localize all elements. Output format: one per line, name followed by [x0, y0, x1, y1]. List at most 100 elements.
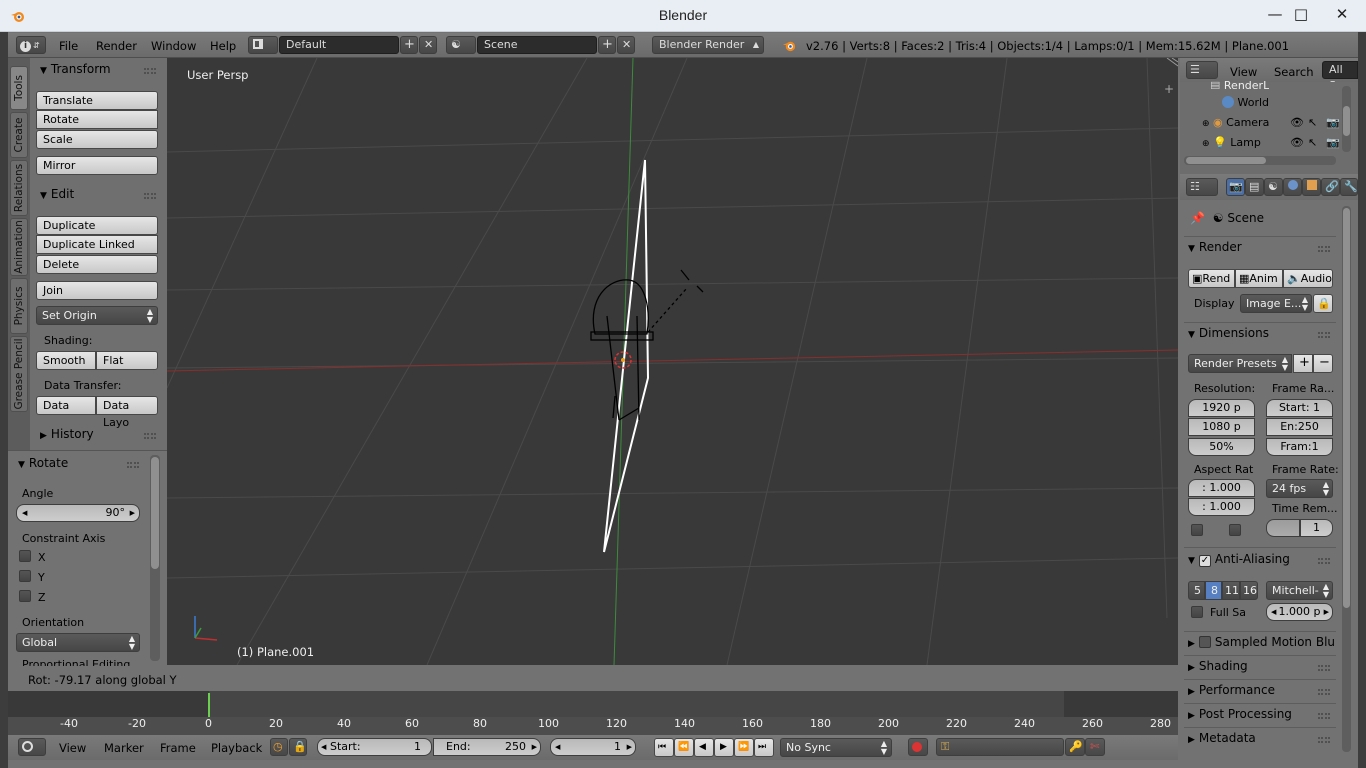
- set-origin-select[interactable]: Set Origin ▲ ▼: [36, 306, 158, 325]
- join-button[interactable]: Join: [36, 281, 158, 300]
- timeline-ruler[interactable]: -40 -20 0 20 40 60 80 100 120 140 160 18…: [8, 717, 1178, 735]
- arrow-right-icon[interactable]: ▶: [532, 739, 537, 755]
- redo-panel-header[interactable]: ▼ Rotate: [18, 456, 68, 470]
- context-object-tab[interactable]: [1302, 178, 1321, 196]
- expand-icon[interactable]: ⊕: [1202, 139, 1210, 149]
- outliner-filter-select[interactable]: All Sc: [1322, 61, 1358, 92]
- timeline-area[interactable]: -40 -20 0 20 40 60 80 100 120 140 160 18…: [8, 691, 1178, 735]
- end-frame-field[interactable]: End: 250 ▶: [433, 738, 541, 756]
- border-checkbox[interactable]: [1191, 524, 1203, 536]
- resolution-x-field[interactable]: 1920 p: [1188, 399, 1255, 417]
- flat-button[interactable]: Flat: [96, 351, 158, 370]
- panel-grip-icon[interactable]: [144, 68, 156, 74]
- aa-samples-5[interactable]: 5: [1188, 581, 1205, 600]
- resolution-percentage-field[interactable]: 50%: [1188, 438, 1255, 456]
- aa-samples-16[interactable]: 16: [1240, 581, 1258, 600]
- menu-playback[interactable]: Playback: [211, 741, 262, 755]
- frame-step-field[interactable]: Fram:1: [1266, 438, 1333, 456]
- menu-file[interactable]: File: [59, 39, 78, 53]
- motion-blur-panel-header[interactable]: ▶ Sampled Motion Blur: [1188, 635, 1336, 649]
- resolution-y-field[interactable]: 1080 p: [1188, 418, 1255, 436]
- lock-interface-button[interactable]: 🔒: [1313, 294, 1333, 313]
- outliner-item-lamp[interactable]: ⊕ 💡 Lamp 👁 ↖ 📷: [1202, 136, 1358, 149]
- mirror-button[interactable]: Mirror: [36, 156, 158, 175]
- frame-start-field[interactable]: Start: 1: [1266, 399, 1333, 417]
- constraint-z-checkbox[interactable]: [19, 590, 31, 602]
- outliner-hscrollbar[interactable]: [1184, 156, 1336, 165]
- panel-grip-icon[interactable]: [127, 462, 139, 468]
- panel-grip-icon[interactable]: [1318, 558, 1330, 564]
- panel-grip-icon[interactable]: [1318, 713, 1330, 719]
- menu-help[interactable]: Help: [210, 39, 236, 53]
- redo-scrollbar[interactable]: [150, 455, 160, 661]
- data-button[interactable]: Data: [36, 396, 96, 415]
- panel-grip-icon[interactable]: [144, 193, 156, 199]
- transform-panel-header[interactable]: ▼ Transform: [40, 62, 111, 76]
- constraint-y-checkbox[interactable]: [19, 570, 31, 582]
- context-constraints-tab[interactable]: 🔗: [1321, 178, 1340, 196]
- current-frame-field[interactable]: ◀ 1 ▶: [550, 738, 636, 756]
- constraint-x-checkbox[interactable]: [19, 550, 31, 562]
- arrow-right-icon[interactable]: ▶: [1324, 604, 1329, 620]
- arrow-left-icon[interactable]: ◀: [22, 505, 27, 521]
- tab-physics[interactable]: Physics: [10, 278, 28, 334]
- jump-keyframe-back-button[interactable]: ⏪: [674, 738, 694, 757]
- arrow-left-icon[interactable]: ◀: [321, 739, 326, 755]
- add-scene-button[interactable]: +: [598, 36, 616, 54]
- anti-aliasing-checkbox[interactable]: ✓: [1198, 555, 1211, 567]
- auto-keying-button[interactable]: [908, 738, 928, 756]
- outliner-vscrollbar[interactable]: [1342, 86, 1351, 152]
- outliner-item-camera[interactable]: ⊕ ◉ Camera 👁 ↖ 📷: [1202, 116, 1358, 129]
- translate-button[interactable]: Translate: [36, 91, 158, 110]
- time-remap-old-field[interactable]: [1266, 519, 1300, 537]
- menu-marker[interactable]: Marker: [104, 741, 144, 755]
- jump-keyframe-forward-button[interactable]: ⏩: [734, 738, 754, 757]
- screen-layout-field[interactable]: Default: [279, 36, 399, 54]
- anti-aliasing-panel-header[interactable]: ▼ ✓ Anti-Aliasing: [1188, 552, 1336, 567]
- add-preset-button[interactable]: +: [1293, 354, 1313, 373]
- aa-samples-8[interactable]: 8: [1205, 581, 1222, 600]
- full-sample-checkbox[interactable]: [1191, 606, 1203, 618]
- cursor-icon[interactable]: ↖: [1308, 136, 1317, 149]
- context-render-layers-tab[interactable]: ▤: [1245, 178, 1264, 196]
- arrow-right-icon[interactable]: ▶: [627, 739, 632, 755]
- duplicate-linked-button[interactable]: Duplicate Linked: [36, 235, 158, 254]
- context-render-tab[interactable]: 📷: [1226, 178, 1245, 196]
- remove-scene-button[interactable]: ✕: [617, 36, 635, 54]
- properties-toggle-icon[interactable]: +: [1164, 82, 1174, 96]
- display-select[interactable]: Image E... ▲ ▼: [1240, 294, 1312, 313]
- insert-keyframe-button[interactable]: 🔑: [1065, 738, 1085, 756]
- context-modifiers-tab[interactable]: 🔧: [1340, 178, 1358, 196]
- editor-type-button[interactable]: ☰: [1186, 61, 1218, 79]
- aspect-y-field[interactable]: : 1.000: [1188, 498, 1255, 516]
- jump-start-button[interactable]: ⏮: [654, 738, 674, 757]
- menu-frame[interactable]: Frame: [160, 741, 196, 755]
- eye-icon[interactable]: 👁: [1290, 116, 1304, 129]
- editor-type-button[interactable]: i ⇵: [16, 36, 46, 54]
- expand-icon[interactable]: ⊕: [1202, 119, 1210, 129]
- audio-button[interactable]: 🔈Audio: [1283, 269, 1333, 288]
- arrow-left-icon[interactable]: ◀: [555, 739, 560, 755]
- delete-keyframe-button[interactable]: ✄: [1085, 738, 1105, 756]
- aa-filter-select[interactable]: Mitchell- ▲ ▼: [1266, 581, 1333, 600]
- render-panel-header[interactable]: ▼ Render: [1188, 240, 1336, 254]
- start-frame-field[interactable]: ◀ Start: 1: [317, 738, 432, 756]
- close-button[interactable]: ✕: [1322, 4, 1362, 26]
- performance-panel-header[interactable]: ▶ Performance: [1188, 683, 1336, 697]
- scene-field[interactable]: Scene: [477, 36, 597, 54]
- add-layout-button[interactable]: +: [400, 36, 418, 54]
- crop-checkbox[interactable]: [1229, 524, 1241, 536]
- render-button[interactable]: ▣Rend: [1188, 269, 1235, 288]
- menu-view[interactable]: View: [1230, 65, 1257, 79]
- lock-range-button[interactable]: 🔒: [289, 738, 307, 756]
- screen-layout-icon-button[interactable]: [248, 36, 278, 54]
- time-remap-new-field[interactable]: 1: [1300, 519, 1333, 537]
- menu-render[interactable]: Render: [96, 39, 137, 53]
- metadata-panel-header[interactable]: ▶ Metadata: [1188, 731, 1336, 745]
- context-world-tab[interactable]: [1283, 178, 1302, 196]
- editor-type-button[interactable]: [18, 738, 46, 756]
- history-panel-header[interactable]: ▶ History: [40, 427, 94, 441]
- aspect-x-field[interactable]: : 1.000: [1188, 479, 1255, 497]
- viewport-scene[interactable]: [167, 58, 1178, 665]
- render-icon[interactable]: 📷: [1326, 116, 1340, 129]
